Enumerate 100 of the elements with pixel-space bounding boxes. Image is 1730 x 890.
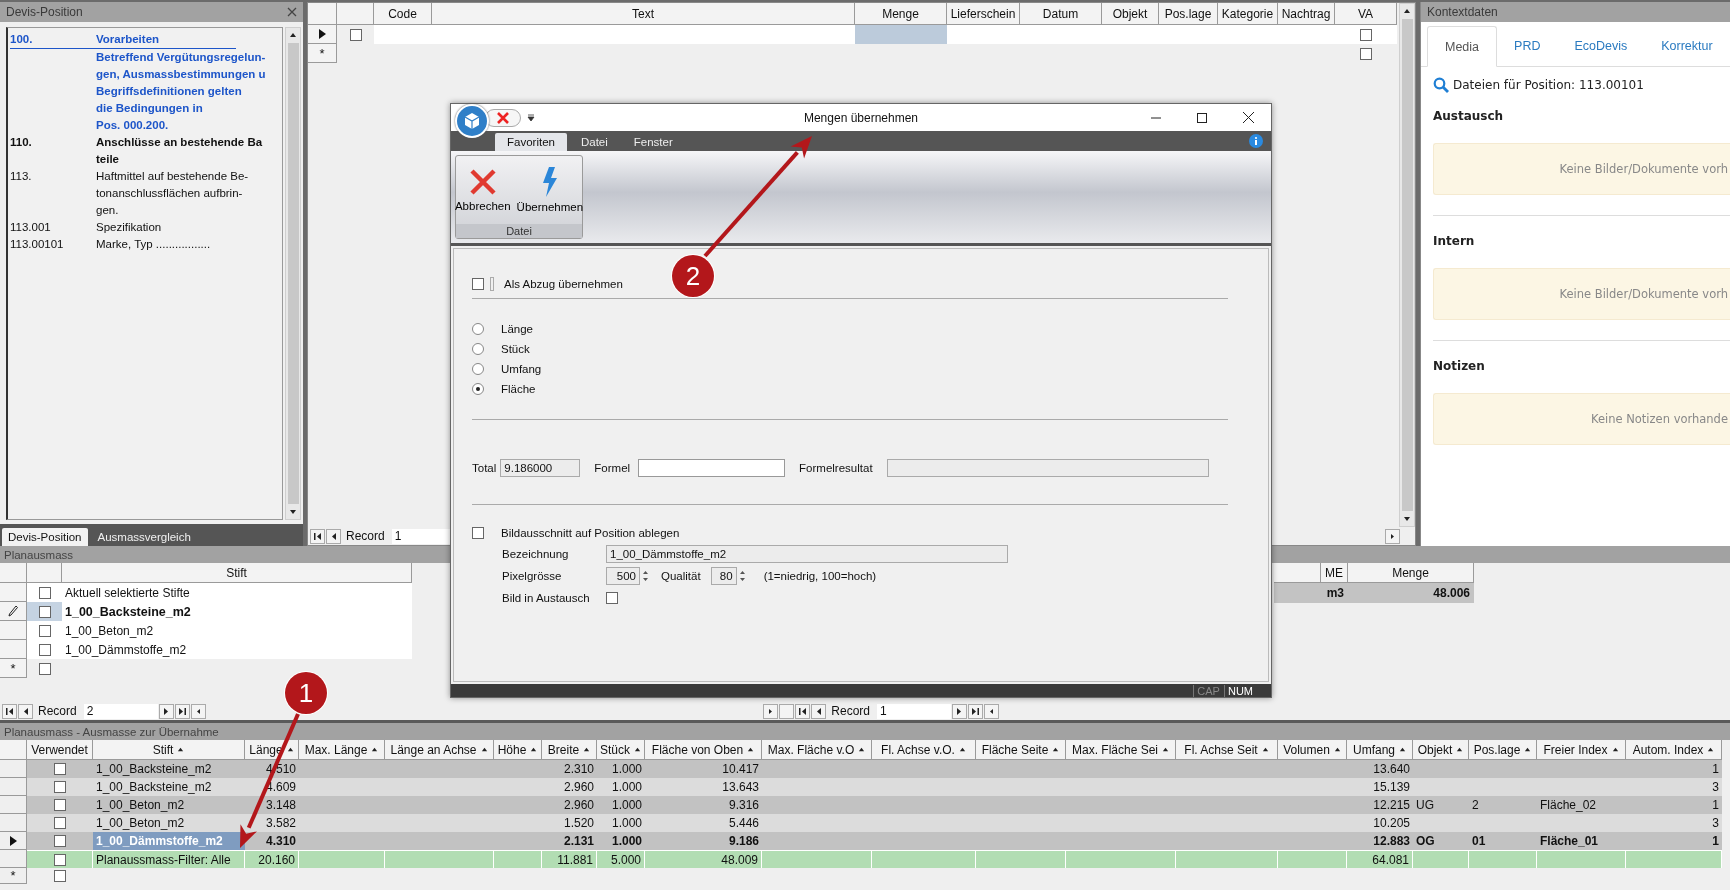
column-header[interactable]: Verwendet xyxy=(27,740,93,760)
row-header[interactable] xyxy=(0,832,27,850)
checkbox[interactable] xyxy=(38,662,51,675)
scroll-left-button[interactable] xyxy=(984,703,999,719)
column-header[interactable]: Freier Index xyxy=(1537,740,1626,760)
panel-tab[interactable]: Ausmassvergleich xyxy=(91,528,197,546)
checkbox[interactable] xyxy=(606,592,618,604)
ribbon-tab[interactable]: Fenster xyxy=(621,133,685,151)
column-header[interactable]: Stift xyxy=(93,740,245,760)
dropdown-icon[interactable] xyxy=(527,113,535,122)
column-header[interactable]: Fläche von Oben xyxy=(645,740,762,760)
column-header[interactable]: Objekt xyxy=(1102,3,1159,25)
checkbox[interactable] xyxy=(54,870,66,882)
checkbox[interactable] xyxy=(38,605,51,618)
ribbon-tab[interactable]: Favoriten xyxy=(495,133,567,151)
column-header[interactable]: Fläche Seite xyxy=(976,740,1066,760)
app-cube-icon[interactable] xyxy=(455,103,489,138)
checkbox[interactable] xyxy=(38,643,51,656)
context-tab[interactable]: Media xyxy=(1427,26,1498,67)
designation-field[interactable]: 1_00_Dämmstoffe_m2 xyxy=(606,545,1008,563)
quick-close-button[interactable] xyxy=(485,108,521,127)
search-icon[interactable] xyxy=(1433,77,1449,93)
column-header[interactable]: Code xyxy=(374,3,432,25)
column-header[interactable]: Fl. Achse v.O. xyxy=(872,740,976,760)
column-header[interactable]: Höhe xyxy=(494,740,542,760)
column-header[interactable]: Pos.lage xyxy=(1159,3,1218,25)
record-field[interactable]: 1 xyxy=(877,703,951,719)
checkbox[interactable] xyxy=(54,835,66,847)
previous-record-button[interactable] xyxy=(326,528,341,544)
checkbox[interactable] xyxy=(38,586,51,599)
column-header[interactable]: Menge xyxy=(1348,563,1474,583)
first-record-button[interactable] xyxy=(2,703,17,719)
total-field[interactable]: 9.186000 xyxy=(500,459,581,477)
row-header[interactable]: * xyxy=(308,44,337,63)
apply-button[interactable]: Übernehmen xyxy=(514,165,586,215)
checkbox[interactable] xyxy=(472,278,484,290)
scroll-left-button[interactable] xyxy=(190,703,206,719)
first-record-button[interactable] xyxy=(795,703,811,719)
checkbox[interactable] xyxy=(54,763,66,775)
ribbon-tab[interactable]: Datei xyxy=(568,133,620,151)
column-header[interactable]: Fl. Achse Seit xyxy=(1176,740,1278,760)
close-icon[interactable] xyxy=(287,7,297,17)
column-header[interactable]: Stift xyxy=(62,563,412,583)
checkbox[interactable] xyxy=(349,28,362,41)
panel-tab[interactable]: Devis-Position xyxy=(2,528,88,546)
column-header[interactable]: ME xyxy=(1321,563,1348,583)
next-record-button[interactable] xyxy=(952,703,967,719)
column-header[interactable]: Menge xyxy=(855,3,947,25)
column-header[interactable]: Autom. Index xyxy=(1626,740,1722,760)
checkbox[interactable] xyxy=(38,624,51,637)
quality-field[interactable]: 80 xyxy=(710,567,737,585)
column-header[interactable]: Breite xyxy=(542,740,597,760)
last-record-button[interactable] xyxy=(174,703,190,719)
column-header[interactable]: Stück xyxy=(597,740,645,760)
info-icon[interactable] xyxy=(1249,134,1263,148)
column-header[interactable]: Max. Fläche Sei xyxy=(1066,740,1176,760)
first-record-button[interactable] xyxy=(310,528,325,544)
checkbox[interactable] xyxy=(1360,28,1372,41)
column-header[interactable]: Datum xyxy=(1020,3,1102,25)
column-header[interactable]: Volumen xyxy=(1278,740,1347,760)
last-record-button[interactable] xyxy=(968,703,983,719)
formula-result-field[interactable] xyxy=(886,459,1209,477)
spin-arrows-icon[interactable] xyxy=(738,569,746,583)
column-header[interactable]: Umfang xyxy=(1347,740,1413,760)
record-field[interactable]: 2 xyxy=(83,703,158,719)
row-header[interactable]: * xyxy=(0,659,27,678)
column-header[interactable]: Länge an Achse xyxy=(385,740,494,760)
column-header[interactable]: Objekt xyxy=(1413,740,1469,760)
formula-field[interactable] xyxy=(638,459,786,477)
column-header[interactable]: Pos.lage xyxy=(1469,740,1537,760)
row-header[interactable] xyxy=(0,602,27,621)
checkbox[interactable] xyxy=(1360,47,1372,60)
column-header[interactable]: Text xyxy=(432,3,855,25)
spin-arrows-icon[interactable] xyxy=(642,569,649,583)
column-header[interactable]: Nachtrag xyxy=(1278,3,1335,25)
checkbox[interactable] xyxy=(54,799,66,811)
scroll-right-button[interactable] xyxy=(1385,528,1400,544)
radio-button[interactable] xyxy=(472,343,484,355)
radio-button[interactable] xyxy=(472,383,484,395)
scroll-thumb[interactable] xyxy=(779,703,795,719)
next-record-button[interactable] xyxy=(158,703,174,719)
radio-button[interactable] xyxy=(472,323,484,335)
column-header[interactable]: VA xyxy=(1335,3,1397,25)
previous-record-button[interactable] xyxy=(18,703,33,719)
column-header[interactable]: Lieferschein xyxy=(947,3,1020,25)
vertical-scrollbar[interactable] xyxy=(285,27,301,520)
checkbox[interactable] xyxy=(53,853,66,866)
radio-button[interactable] xyxy=(472,363,484,375)
pixel-size-field[interactable]: 500 xyxy=(606,567,640,585)
scroll-right-button[interactable] xyxy=(763,703,779,719)
previous-record-button[interactable] xyxy=(811,703,827,719)
column-header[interactable]: Max. Fläche v.O xyxy=(762,740,872,760)
cancel-button[interactable]: Abbrechen xyxy=(452,166,513,214)
vertical-scrollbar[interactable] xyxy=(1399,3,1415,527)
column-header[interactable]: Max. Länge xyxy=(299,740,385,760)
checkbox[interactable] xyxy=(472,527,484,539)
checkbox[interactable] xyxy=(54,781,66,793)
checkbox[interactable] xyxy=(54,817,66,829)
row-header[interactable]: * xyxy=(0,868,27,884)
row-header[interactable] xyxy=(308,25,337,44)
